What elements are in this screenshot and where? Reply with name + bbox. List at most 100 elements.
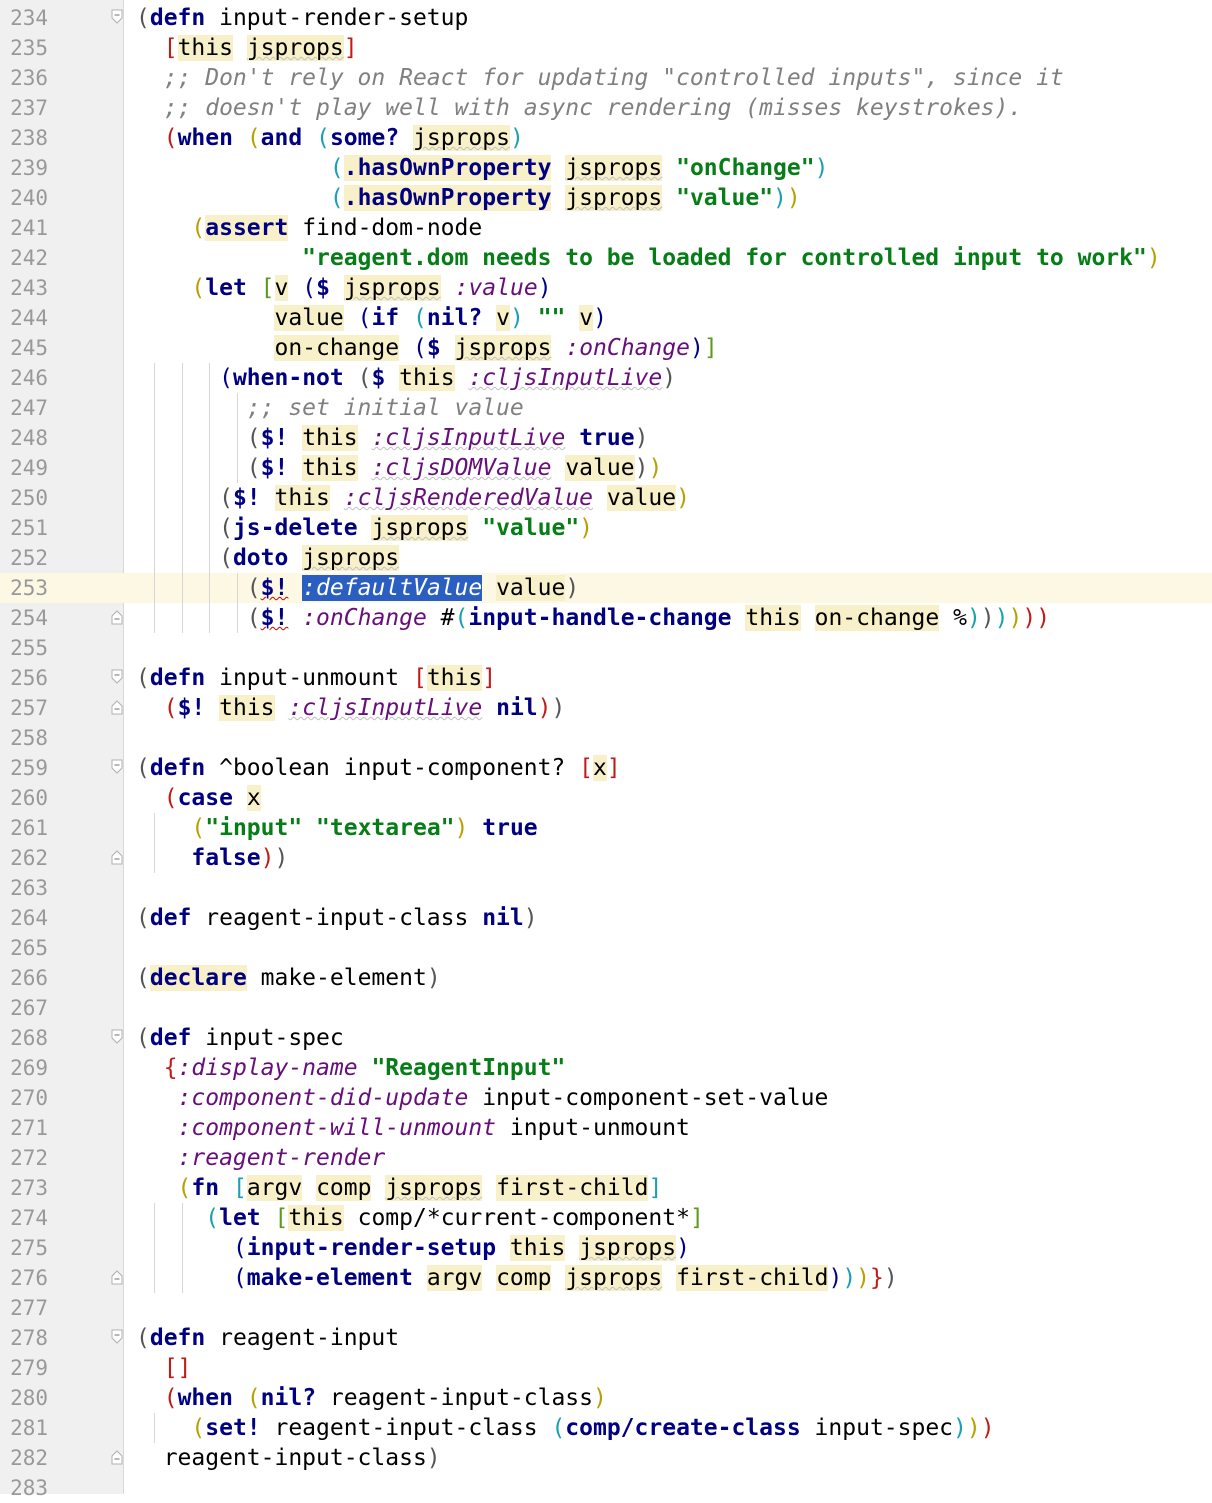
code-text[interactable]: ($! this :cljsInputLive nil)) [136, 693, 565, 723]
code-line[interactable]: 260 (case x [0, 783, 1212, 813]
code-line[interactable]: 239 (.hasOwnProperty jsprops "onChange") [0, 153, 1212, 183]
code-text[interactable]: (let [this comp/*current-component*] [136, 1203, 704, 1233]
code-text[interactable]: [] [136, 1353, 192, 1383]
fold-end-icon[interactable] [110, 609, 124, 627]
code-line[interactable]: 279 [] [0, 1353, 1212, 1383]
code-text[interactable]: :component-will-unmount input-unmount [136, 1113, 690, 1143]
code-line[interactable]: 254 ($! :onChange #(input-handle-change … [0, 603, 1212, 633]
fold-end-icon[interactable] [110, 1269, 124, 1287]
code-line[interactable]: 256 (defn input-unmount [this] [0, 663, 1212, 693]
code-line[interactable]: 280 (when (nil? reagent-input-class) [0, 1383, 1212, 1413]
code-line[interactable]: 261 ("input" "textarea") true [0, 813, 1212, 843]
code-text[interactable]: (defn input-render-setup [136, 3, 468, 33]
code-line[interactable]: 271 :component-will-unmount input-unmoun… [0, 1113, 1212, 1143]
code-line[interactable]: 234 (defn input-render-setup [0, 3, 1212, 33]
code-line[interactable]: 244 value (if (nil? v) "" v) [0, 303, 1212, 333]
code-text[interactable]: (when (and (some? jsprops) [136, 123, 524, 153]
code-line[interactable]: 245 on-change ($ jsprops :onChange)] [0, 333, 1212, 363]
code-text[interactable]: (fn [argv comp jsprops first-child] [136, 1173, 662, 1203]
code-text[interactable]: ($! :defaultValue value) [136, 573, 579, 603]
code-line[interactable]: 276 (make-element argv comp jsprops firs… [0, 1263, 1212, 1293]
code-line[interactable]: 246 (when-not ($ this :cljsInputLive) [0, 363, 1212, 393]
code-text[interactable]: :reagent-render [136, 1143, 386, 1173]
code-line[interactable]: 247 ;; set initial value [0, 393, 1212, 423]
code-line[interactable]: 242 "reagent.dom needs to be loaded for … [0, 243, 1212, 273]
code-text[interactable]: ($! this :cljsDOMValue value)) [136, 453, 662, 483]
code-line[interactable]: 277 [0, 1293, 1212, 1323]
code-text[interactable]: (doto jsprops [136, 543, 400, 573]
code-text[interactable]: "reagent.dom needs to be loaded for cont… [136, 243, 1161, 273]
code-text[interactable]: reagent-input-class) [136, 1443, 441, 1473]
code-text[interactable]: ($! this :cljsRenderedValue value) [136, 483, 690, 513]
code-line[interactable]: 278 (defn reagent-input [0, 1323, 1212, 1353]
code-text[interactable]: (declare make-element) [136, 963, 441, 993]
code-line[interactable]: 272 :reagent-render [0, 1143, 1212, 1173]
code-line[interactable]: 251 (js-delete jsprops "value") [0, 513, 1212, 543]
code-line[interactable]: 263 [0, 873, 1212, 903]
code-line[interactable]: 267 [0, 993, 1212, 1023]
code-line[interactable]: 237 ;; doesn't play well with async rend… [0, 93, 1212, 123]
code-editor[interactable]: 234 (defn input-render-setup 235 [this jsp… [0, 0, 1212, 1500]
fold-end-icon[interactable] [110, 699, 124, 717]
fold-end-icon[interactable] [110, 1449, 124, 1467]
code-line[interactable]: 269 {:display-name "ReagentInput" [0, 1053, 1212, 1083]
code-line[interactable]: 259 (defn ^boolean input-component? [x] [0, 753, 1212, 783]
code-text[interactable]: (.hasOwnProperty jsprops "onChange") [136, 153, 828, 183]
code-text[interactable]: ($! :onChange #(input-handle-change this… [136, 603, 1050, 633]
code-line[interactable]: 275 (input-render-setup this jsprops) [0, 1233, 1212, 1263]
code-text[interactable]: ;; Don't rely on React for updating "con… [136, 63, 1064, 93]
code-text[interactable]: (make-element argv comp jsprops first-ch… [136, 1263, 898, 1293]
code-text[interactable]: (js-delete jsprops "value") [136, 513, 593, 543]
code-line[interactable]: 274 (let [this comp/*current-component*] [0, 1203, 1212, 1233]
code-text[interactable]: ;; set initial value [136, 393, 524, 423]
code-line[interactable]: 252 (doto jsprops [0, 543, 1212, 573]
fold-collapse-icon[interactable] [110, 9, 124, 27]
code-text[interactable]: (assert find-dom-node [136, 213, 482, 243]
code-text[interactable]: (def input-spec [136, 1023, 344, 1053]
code-text[interactable]: (let [v ($ jsprops :value) [136, 273, 552, 303]
code-line[interactable]: 255 [0, 633, 1212, 663]
fold-end-icon[interactable] [110, 849, 124, 867]
code-text[interactable]: on-change ($ jsprops :onChange)] [136, 333, 718, 363]
code-line[interactable]: 238 (when (and (some? jsprops) [0, 123, 1212, 153]
code-line[interactable]: 283 [0, 1473, 1212, 1503]
code-text[interactable]: (when (nil? reagent-input-class) [136, 1383, 607, 1413]
code-text[interactable]: [this jsprops] [136, 33, 358, 63]
code-line[interactable]: 281 (set! reagent-input-class (comp/crea… [0, 1413, 1212, 1443]
code-line[interactable]: 236 ;; Don't rely on React for updating … [0, 63, 1212, 93]
code-text[interactable]: value (if (nil? v) "" v) [136, 303, 607, 333]
code-line[interactable]: 270 :component-did-update input-componen… [0, 1083, 1212, 1113]
code-text[interactable]: ($! this :cljsInputLive true) [136, 423, 648, 453]
code-text[interactable]: (case x [136, 783, 261, 813]
code-line[interactable]: 273 (fn [argv comp jsprops first-child] [0, 1173, 1212, 1203]
code-line[interactable]: 253 ($! :defaultValue value) [0, 573, 1212, 603]
code-text[interactable]: (when-not ($ this :cljsInputLive) [136, 363, 676, 393]
code-text[interactable]: (.hasOwnProperty jsprops "value")) [136, 183, 801, 213]
code-line[interactable]: 282 reagent-input-class) [0, 1443, 1212, 1473]
code-line[interactable]: 249 ($! this :cljsDOMValue value)) [0, 453, 1212, 483]
code-text[interactable]: ("input" "textarea") true [136, 813, 537, 843]
code-text[interactable]: (defn ^boolean input-component? [x] [136, 753, 621, 783]
code-line[interactable]: 243 (let [v ($ jsprops :value) [0, 273, 1212, 303]
code-line[interactable]: 268 (def input-spec [0, 1023, 1212, 1053]
code-line[interactable]: 248 ($! this :cljsInputLive true) [0, 423, 1212, 453]
code-text[interactable]: (def reagent-input-class nil) [136, 903, 538, 933]
code-line[interactable]: 257 ($! this :cljsInputLive nil)) [0, 693, 1212, 723]
code-text[interactable]: :component-did-update input-component-se… [136, 1083, 829, 1113]
code-text[interactable]: (defn input-unmount [this] [136, 663, 496, 693]
fold-collapse-icon[interactable] [110, 1029, 124, 1047]
code-line[interactable]: 235 [this jsprops] [0, 33, 1212, 63]
fold-collapse-icon[interactable] [110, 759, 124, 777]
code-text[interactable]: (set! reagent-input-class (comp/create-c… [136, 1413, 994, 1443]
code-line[interactable]: 265 [0, 933, 1212, 963]
code-line[interactable]: 241 (assert find-dom-node [0, 213, 1212, 243]
code-text[interactable]: ;; doesn't play well with async renderin… [136, 93, 1023, 123]
code-line[interactable]: 240 (.hasOwnProperty jsprops "value")) [0, 183, 1212, 213]
code-line[interactable]: 258 [0, 723, 1212, 753]
code-line[interactable]: 266 (declare make-element) [0, 963, 1212, 993]
code-line[interactable]: 264 (def reagent-input-class nil) [0, 903, 1212, 933]
code-text[interactable]: (input-render-setup this jsprops) [136, 1233, 690, 1263]
code-text[interactable]: (defn reagent-input [136, 1323, 399, 1353]
code-line[interactable]: 250 ($! this :cljsRenderedValue value) [0, 483, 1212, 513]
code-line[interactable]: 262 false)) [0, 843, 1212, 873]
